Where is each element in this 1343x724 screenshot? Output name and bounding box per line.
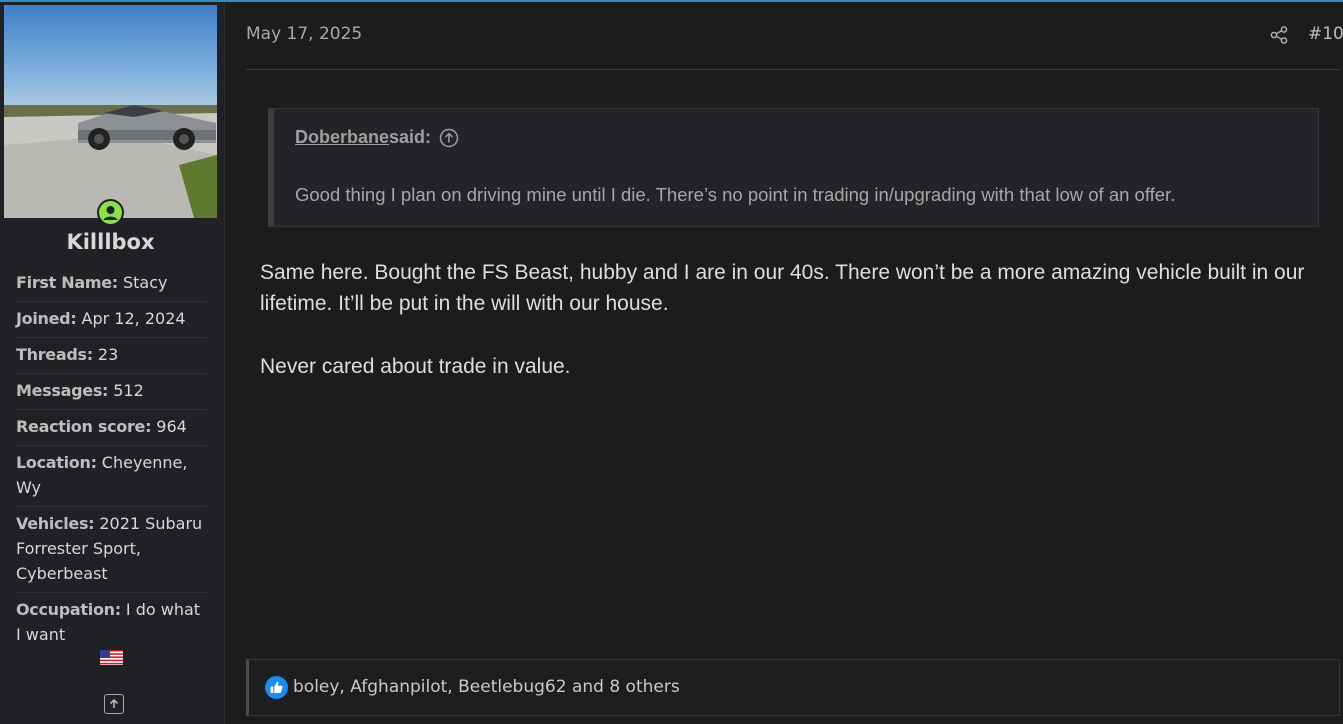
- online-status-icon: [97, 199, 124, 226]
- us-flag-icon: [100, 650, 123, 665]
- arrow-up-circle-icon[interactable]: [439, 128, 459, 148]
- thumbs-up-icon: [265, 676, 288, 699]
- user-field-messages: Messages: 512: [16, 376, 206, 410]
- user-field-first-name: First Name: Stacy: [16, 268, 206, 302]
- arrow-up-square-icon[interactable]: [104, 694, 124, 714]
- avatar-image: [4, 5, 217, 218]
- user-field-reaction-score: Reaction score: 964: [16, 412, 206, 446]
- reactions-bar[interactable]: boley, Afghanpilot, Beetlebug62 and 8 ot…: [246, 659, 1340, 716]
- post-number-link[interactable]: #10: [1308, 24, 1343, 44]
- user-field-threads: Threads: 23: [16, 340, 206, 374]
- quote-author-link[interactable]: Doberbane: [295, 127, 389, 148]
- username[interactable]: Killlbox: [0, 230, 221, 254]
- user-field-vehicles: Vehicles: 2021 Subaru Forrester Sport, C…: [16, 509, 206, 593]
- message-paragraph: Same here. Bought the FS Beast, hubby an…: [260, 261, 1305, 315]
- user-field-joined: Joined: Apr 12, 2024: [16, 304, 206, 338]
- post-date[interactable]: May 17, 2025: [246, 24, 362, 44]
- reaction-users-link[interactable]: boley, Afghanpilot, Beetlebug62 and 8 ot…: [293, 677, 680, 697]
- quote-said-label: said:: [389, 127, 432, 147]
- post-main: May 17, 2025 #10 Doberbane said: Good th…: [246, 2, 1343, 724]
- quote-block: Doberbane said: Good thing I plan on dri…: [268, 108, 1319, 227]
- user-field-location: Location: Cheyenne, Wy: [16, 448, 206, 507]
- user-sidebar: Killlbox First Name: Stacy Joined: Apr 1…: [0, 2, 225, 724]
- avatar[interactable]: [4, 5, 217, 218]
- message-paragraph: Never cared about trade in value.: [260, 355, 571, 378]
- quote-header: Doberbane said:: [295, 127, 459, 148]
- user-details: First Name: Stacy Joined: Apr 12, 2024 T…: [16, 268, 206, 655]
- post-header: May 17, 2025 #10: [246, 2, 1343, 70]
- quote-text: Good thing I plan on driving mine until …: [295, 184, 1176, 205]
- message-body: Same here. Bought the FS Beast, hubby an…: [260, 257, 1330, 414]
- share-icon[interactable]: [1269, 25, 1289, 45]
- user-field-occupation: Occupation: I do what I want: [16, 600, 201, 644]
